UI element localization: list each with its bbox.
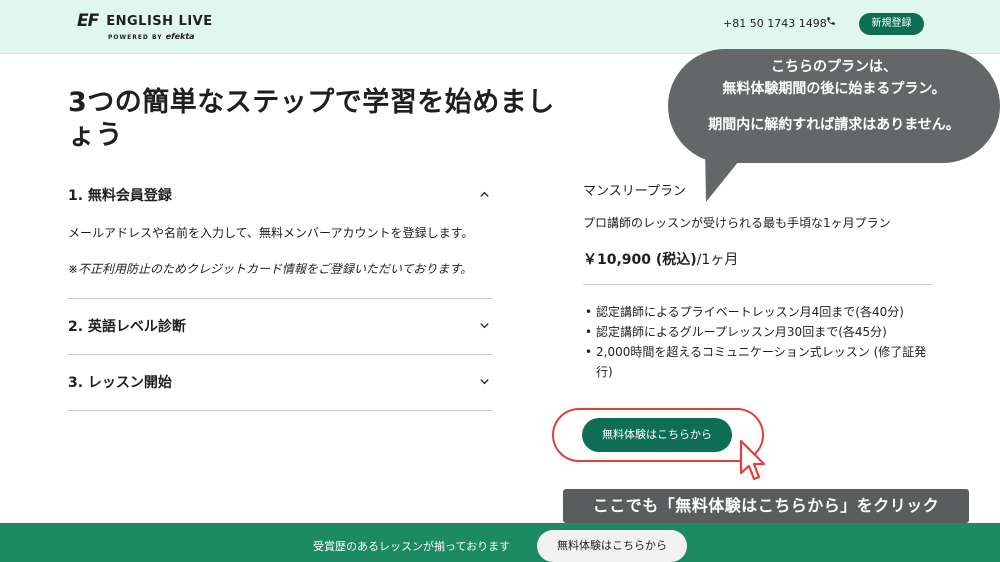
step-2-label: 2. 英語レベル診断 (68, 319, 186, 335)
free-trial-button[interactable]: 無料体験はこちらから (582, 418, 732, 452)
phone-icon[interactable] (826, 16, 836, 29)
bubble-line: 無料体験期間の後に始まるプラン。 (722, 81, 946, 97)
step-3: 3. レッスン開始 (68, 355, 492, 410)
annotation-caption: ここでも「無料体験はこちらから」をクリック (563, 489, 969, 523)
plan-name: マンスリープラン (583, 184, 686, 199)
step-1-description: メールアドレスや名前を入力して、無料メンバーアカウントを登録します。 (68, 226, 474, 240)
signup-button[interactable]: 新規登録 (859, 13, 924, 35)
site-header: EF ENGLISH LIVE POWERED BY efekta +81 50… (0, 0, 1000, 54)
phone-number[interactable]: +81 50 1743 1498 (723, 17, 827, 30)
plan-features: 認定講師によるプライベートレッスン月4回まで(各40分) 認定講師によるグループ… (583, 302, 933, 382)
powered-by-text: POWERED BY (108, 34, 163, 41)
plan-price-period: /1ヶ月 (696, 252, 739, 268)
step-3-label: 3. レッスン開始 (68, 375, 172, 391)
bubble-line: 期間内に解約すれば請求はありません。 (708, 117, 960, 133)
chevron-down-icon (479, 317, 490, 337)
footer-text: 受賞歴のあるレッスンが揃っております (313, 540, 511, 553)
annotation-bubble-text: こちらのプランは、 無料体験期間の後に始まるプラン。 期間内に解約すれば請求はあ… (668, 56, 1000, 136)
feature-item: 2,000時間を超えるコミュニケーション式レッスン (修了証発行) (583, 342, 933, 382)
step-divider (68, 410, 492, 411)
feature-item: 認定講師によるプライベートレッスン月4回まで(各40分) (583, 302, 933, 322)
ef-english-live-logo[interactable]: EF ENGLISH LIVE POWERED BY efekta (77, 11, 213, 41)
footer-trial-button[interactable]: 無料体験はこちらから (537, 530, 687, 562)
plan-divider (583, 284, 932, 285)
brand-name: ENGLISH LIVE (106, 13, 213, 29)
steps-accordion: 1. 無料会員登録 メールアドレスや名前を入力して、無料メンバーアカウントを登録… (68, 186, 492, 411)
feature-item: 認定講師によるグループレッスン月30回まで(各45分) (583, 322, 933, 342)
step-1: 1. 無料会員登録 メールアドレスや名前を入力して、無料メンバーアカウントを登録… (68, 186, 492, 280)
page-title: 3つの簡単なステップで学習を始めましょう (68, 87, 555, 151)
step-1-header[interactable]: 1. 無料会員登録 (68, 186, 492, 206)
plan-price: ￥10,900 (税込)/1ヶ月 (583, 249, 933, 269)
plan-price-amount: ￥10,900 (税込) (583, 252, 697, 268)
step-2: 2. 英語レベル診断 (68, 299, 492, 354)
step-1-note: ※不正利用防止のためクレジットカード情報をご登録いただいております。 (68, 262, 473, 276)
powered-by-line: POWERED BY efekta (108, 32, 213, 41)
plan-description: プロ講師のレッスンが受けられる最も手頃な1ヶ月プラン (583, 216, 891, 230)
chevron-up-icon (479, 186, 490, 206)
ef-logo-mark: EF (77, 11, 99, 31)
bubble-tail (705, 146, 755, 210)
powered-brand: efekta (165, 32, 195, 41)
chevron-down-icon (479, 373, 490, 393)
step-3-header[interactable]: 3. レッスン開始 (68, 373, 492, 393)
sticky-footer: 受賞歴のあるレッスンが揃っております (0, 523, 1000, 562)
plan-card: マンスリープラン プロ講師のレッスンが受けられる最も手頃な1ヶ月プラン ￥10,… (583, 180, 933, 379)
pointer-cursor-icon (739, 439, 767, 487)
step-1-label: 1. 無料会員登録 (68, 188, 172, 204)
step-2-header[interactable]: 2. 英語レベル診断 (68, 317, 492, 337)
bubble-line: こちらのプランは、 (771, 59, 897, 75)
